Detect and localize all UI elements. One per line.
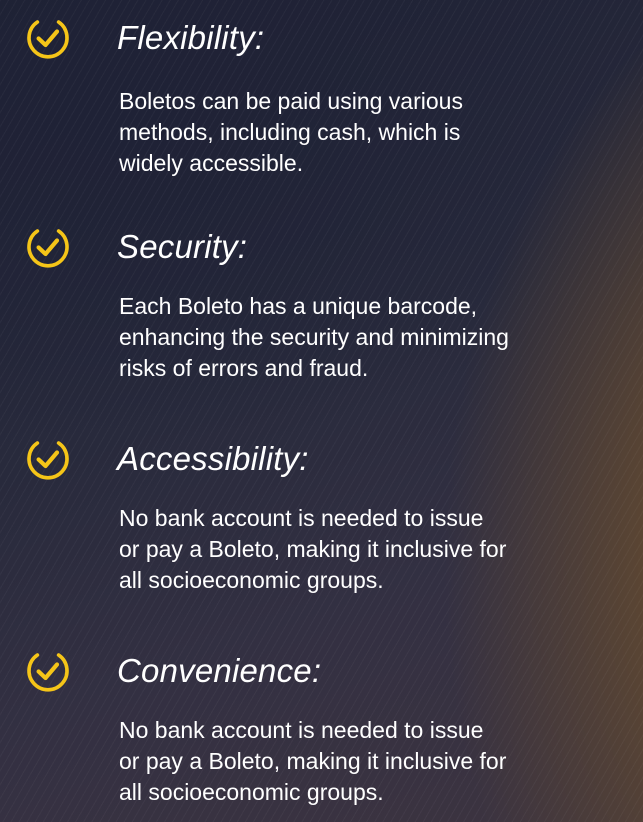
feature-title: Accessibility: (117, 440, 309, 477)
check-circle-icon (23, 434, 73, 484)
feature-description: Boletos can be paid using various method… (119, 88, 463, 176)
check-circle-icon (23, 222, 73, 272)
feature-description: No bank account is needed to issue or pa… (119, 717, 507, 805)
feature-description: Each Boleto has a unique barcode, enhanc… (119, 293, 509, 381)
check-circle-icon (23, 13, 73, 63)
feature-title: Convenience: (117, 652, 322, 689)
feature-title: Flexibility: (117, 19, 265, 56)
feature-description: No bank account is needed to issue or pa… (119, 505, 507, 593)
feature-title: Security: (117, 228, 248, 265)
check-circle-icon (23, 646, 73, 696)
